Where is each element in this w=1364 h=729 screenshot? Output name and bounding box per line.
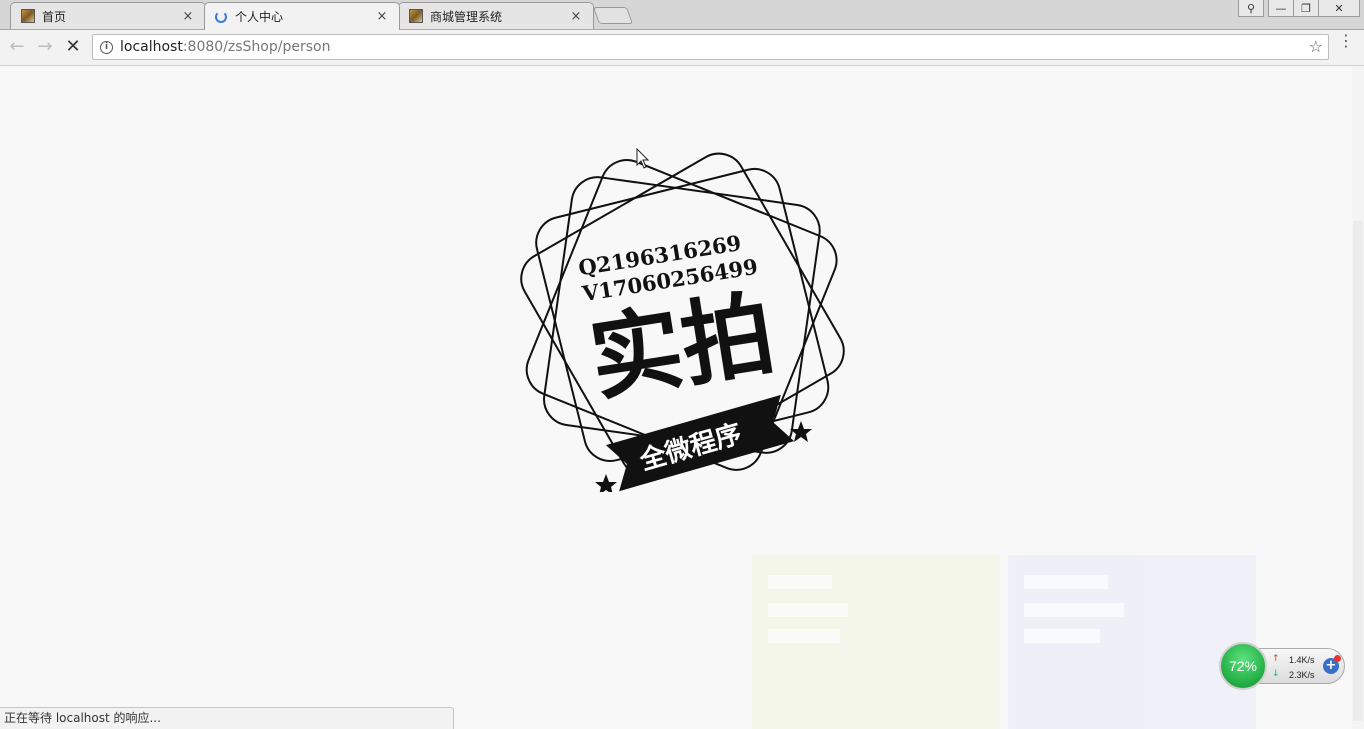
upload-arrow-icon: ↑ [1272, 654, 1280, 664]
memory-percent-badge[interactable]: 72% [1219, 642, 1267, 690]
site-favicon-icon [409, 9, 423, 23]
status-bubble: 正在等待 localhost 的响应... [0, 707, 454, 729]
browser-toolbar: ← → ✕ i localhost:8080/zsShop/person ☆ ⋮ [0, 30, 1364, 66]
minimize-button[interactable]: — [1268, 0, 1294, 17]
tab-home[interactable]: 首页 × [10, 2, 206, 29]
browser-window: 首页 × 个人中心 × 商城管理系统 × ⚲ — ❐ ✕ ← → ✕ i loc… [0, 0, 1364, 729]
url-path: :8080/zsShop/person [182, 39, 331, 55]
scrollbar-thumb[interactable] [1353, 221, 1363, 721]
faded-panel-left [752, 555, 1000, 729]
download-rate: 2.3K/s [1289, 670, 1315, 680]
site-favicon-icon [21, 9, 35, 23]
back-button[interactable]: ← [6, 37, 28, 57]
notification-dot-icon [1334, 655, 1341, 662]
scrollbar-track[interactable] [1352, 66, 1364, 729]
new-tab-button[interactable] [592, 7, 634, 24]
network-speed-widget[interactable]: 72% ↑ 1.4K/s ↓ 2.3K/s + [1219, 642, 1347, 690]
tab-strip: 首页 × 个人中心 × 商城管理系统 × ⚲ — ❐ ✕ [0, 0, 1364, 30]
tab-close-icon[interactable]: × [181, 9, 195, 24]
download-arrow-icon: ↓ [1272, 669, 1280, 679]
profile-icon[interactable]: ⚲ [1238, 0, 1264, 17]
upload-rate: 1.4K/s [1289, 655, 1315, 665]
tab-title: 个人中心 [235, 10, 284, 24]
watermark-stamp: Q2196316269 V17060256499 实拍 全微程序 [520, 152, 845, 492]
restore-button[interactable]: ❐ [1293, 0, 1319, 17]
window-close-button[interactable]: ✕ [1318, 0, 1360, 17]
site-info-icon[interactable]: i [100, 40, 113, 54]
address-bar[interactable]: i localhost:8080/zsShop/person ☆ [92, 34, 1329, 60]
browser-menu-icon[interactable]: ⋮ [1338, 33, 1354, 49]
loading-spinner-icon [215, 10, 227, 23]
tab-title: 首页 [42, 9, 67, 24]
url-text: localhost:8080/zsShop/person [120, 39, 330, 55]
tab-personal-center[interactable]: 个人中心 × [204, 2, 400, 30]
bookmark-star-icon[interactable]: ☆ [1309, 37, 1323, 56]
url-host: localhost [120, 39, 183, 55]
forward-button[interactable]: → [34, 37, 56, 57]
tab-close-icon[interactable]: × [569, 9, 583, 24]
stop-loading-button[interactable]: ✕ [62, 37, 84, 57]
mouse-cursor-icon [636, 148, 650, 169]
tab-close-icon[interactable]: × [375, 9, 389, 24]
tab-title: 商城管理系统 [430, 9, 503, 24]
tab-mall-admin[interactable]: 商城管理系统 × [398, 2, 594, 29]
star-left-icon [595, 474, 617, 492]
